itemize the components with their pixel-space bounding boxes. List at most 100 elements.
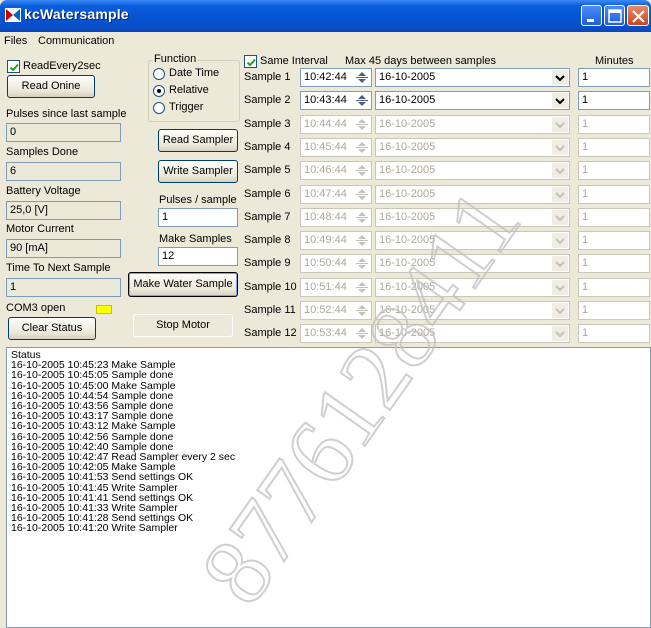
sample-time-input[interactable]: 10:47:44	[300, 185, 372, 204]
spinner-icon[interactable]	[355, 234, 369, 247]
sample-time-input[interactable]: 10:48:44	[300, 208, 372, 227]
sample-time-input[interactable]: 10:42:44	[300, 68, 372, 87]
dropdown-button[interactable]	[552, 280, 568, 295]
sample-time-input[interactable]: 10:51:44	[300, 278, 372, 297]
motor-current-field[interactable]: 90 [mA]	[6, 239, 121, 258]
sample-minutes-input[interactable]: 1	[578, 115, 650, 134]
sample-date-select[interactable]: 16-10-2005	[375, 161, 570, 180]
clear-status-button[interactable]: Clear Status	[8, 317, 96, 340]
spinner-icon[interactable]	[355, 164, 369, 177]
menu-communication[interactable]: Communication	[38, 35, 114, 47]
make-water-sample-button[interactable]: Make Water Sample	[128, 272, 238, 297]
make-samples-input[interactable]: 12	[158, 247, 238, 266]
sample-date-select[interactable]: 16-10-2005	[375, 208, 570, 227]
spinner-icon[interactable]	[355, 94, 369, 107]
dropdown-button[interactable]	[552, 140, 568, 155]
sample-time-input[interactable]: 10:43:44	[300, 91, 372, 110]
spinner-icon[interactable]	[355, 141, 369, 154]
sample-minutes-input[interactable]: 1	[578, 231, 650, 250]
sample-minutes-input[interactable]: 1	[578, 138, 650, 157]
sample-date-select[interactable]: 16-10-2005	[375, 278, 570, 297]
spinner-icon[interactable]	[355, 257, 369, 270]
sample-date-select[interactable]: 16-10-2005	[375, 324, 570, 343]
sample-minutes-input[interactable]: 1	[578, 208, 650, 227]
dropdown-button[interactable]	[552, 117, 568, 132]
sample-minutes-input[interactable]: 1	[578, 301, 650, 320]
menu-files[interactable]: Files	[4, 35, 27, 47]
sample-date-select[interactable]: 16-10-2005	[375, 115, 570, 134]
sample-date-select[interactable]: 16-10-2005	[375, 138, 570, 157]
sample-time-value: 10:48:44	[304, 211, 347, 223]
status-log[interactable]: Status 16-10-2005 10:45:23 Make Sample 16…	[6, 347, 651, 628]
chevron-down-icon	[555, 98, 565, 105]
sample-minutes-input[interactable]: 1	[578, 68, 650, 87]
write-sampler-button[interactable]: Write Sampler	[158, 160, 238, 183]
radio-relative[interactable]	[153, 85, 165, 97]
stop-motor-button[interactable]: Stop Motor	[133, 314, 233, 337]
sample-minutes-input[interactable]: 1	[578, 91, 650, 110]
sample-time-value: 10:45:44	[304, 141, 347, 153]
dropdown-button[interactable]	[552, 163, 568, 178]
same-interval-checkbox[interactable]	[244, 55, 257, 68]
spinner-icon[interactable]	[355, 304, 369, 317]
time-next-field[interactable]: 1	[6, 278, 121, 297]
dropdown-button[interactable]	[552, 70, 568, 85]
sample-time-input[interactable]: 10:49:44	[300, 231, 372, 250]
sample-minutes-input[interactable]: 1	[578, 254, 650, 273]
sample-date-select[interactable]: 16-10-2005	[375, 254, 570, 273]
chevron-down-icon	[555, 215, 565, 222]
sample-date-select[interactable]: 16-10-2005	[375, 231, 570, 250]
dropdown-button[interactable]	[552, 256, 568, 271]
read-online-button[interactable]: Read Onine	[7, 75, 95, 98]
spinner-icon[interactable]	[355, 327, 369, 340]
pulses-per-sample-input[interactable]: 1	[158, 208, 238, 227]
radio-date-time[interactable]	[153, 68, 165, 80]
dropdown-button[interactable]	[552, 303, 568, 318]
spinner-icon[interactable]	[355, 281, 369, 294]
minimize-icon	[587, 19, 594, 22]
radio-trigger[interactable]	[153, 102, 165, 114]
com-status-led	[96, 305, 112, 314]
sample-date-select[interactable]: 16-10-2005	[375, 68, 570, 87]
maximize-button[interactable]	[604, 5, 625, 26]
sample-minutes-input[interactable]: 1	[578, 324, 650, 343]
sample-minutes-input[interactable]: 1	[578, 161, 650, 180]
spinner-icon[interactable]	[355, 211, 369, 224]
dropdown-button[interactable]	[552, 233, 568, 248]
samples-done-label: Samples Done	[6, 146, 79, 158]
sample-time-input[interactable]: 10:53:44	[300, 324, 372, 343]
app-window: kcWatersample Files Communication ReadEv…	[0, 0, 651, 628]
sample-time-input[interactable]: 10:52:44	[300, 301, 372, 320]
battery-field[interactable]: 25,0 [V]	[6, 201, 121, 220]
spinner-icon[interactable]	[355, 71, 369, 84]
sample-date-select[interactable]: 16-10-2005	[375, 185, 570, 204]
sample-date-select[interactable]: 16-10-2005	[375, 301, 570, 320]
pulses-since-field[interactable]: 0	[6, 123, 121, 142]
dropdown-button[interactable]	[552, 93, 568, 108]
sample-date-select[interactable]: 16-10-2005	[375, 91, 570, 110]
spinner-icon[interactable]	[355, 188, 369, 201]
chevron-down-icon	[555, 145, 565, 152]
sample-time-input[interactable]: 10:44:44	[300, 115, 372, 134]
sample-time-input[interactable]: 10:50:44	[300, 254, 372, 273]
sample-minutes-input[interactable]: 1	[578, 278, 650, 297]
sample-label: Sample 12	[244, 327, 297, 339]
title-bar[interactable]: kcWatersample	[0, 0, 651, 32]
samples-done-field[interactable]: 6	[6, 162, 121, 181]
dropdown-button[interactable]	[552, 210, 568, 225]
chevron-down-icon	[555, 168, 565, 175]
spinner-icon[interactable]	[355, 118, 369, 131]
close-button[interactable]	[627, 5, 649, 26]
sample-date-value: 16-10-2005	[379, 71, 436, 83]
dropdown-button[interactable]	[552, 326, 568, 341]
sample-minutes-input[interactable]: 1	[578, 185, 650, 204]
maximize-icon	[608, 9, 622, 23]
sample-label: Sample 8	[244, 234, 291, 246]
minimize-button[interactable]	[581, 5, 602, 26]
sample-time-input[interactable]: 10:45:44	[300, 138, 372, 157]
sample-time-input[interactable]: 10:46:44	[300, 161, 372, 180]
dropdown-button[interactable]	[552, 187, 568, 202]
read-sampler-button[interactable]: Read Sampler	[158, 129, 238, 152]
read-every-checkbox[interactable]	[7, 60, 20, 73]
sample-time-value: 10:46:44	[304, 164, 347, 176]
